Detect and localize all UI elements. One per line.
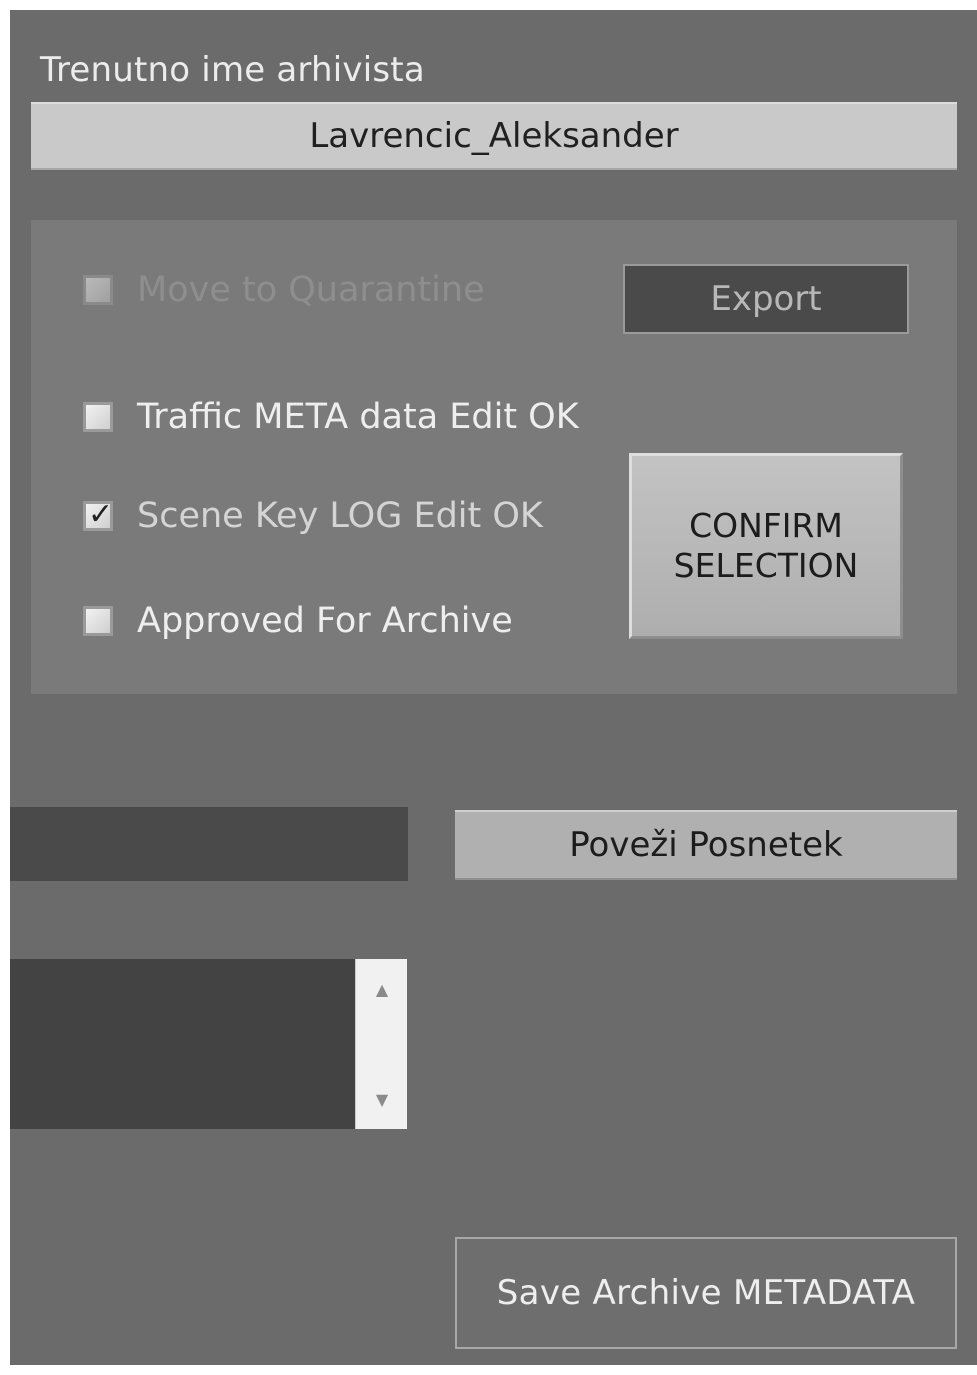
traffic-meta-checkbox-row[interactable]: Traffic META data Edit OK [83,397,579,437]
scene-key-log-checkbox-label: Scene Key LOG Edit OK [137,496,543,536]
approved-for-archive-checkbox-label: Approved For Archive [137,601,513,641]
export-button[interactable]: Export [623,264,909,334]
approval-group-panel: Move to Quarantine Traffic META data Edi… [31,220,957,694]
link-recording-button[interactable]: Poveži Posnetek [455,810,957,880]
approved-for-archive-checkbox[interactable] [83,606,113,636]
quarantine-checkbox-row: Move to Quarantine [83,270,485,310]
quarantine-checkbox [83,275,113,305]
scene-key-log-checkbox-row[interactable]: Scene Key LOG Edit OK [83,496,543,536]
recordings-list-scrollbar[interactable]: ▲ ▼ [355,959,407,1129]
scroll-up-arrow-icon[interactable]: ▲ [356,969,408,1009]
traffic-meta-checkbox[interactable] [83,402,113,432]
recordings-list[interactable] [10,959,355,1129]
scroll-down-arrow-icon[interactable]: ▼ [356,1079,408,1119]
save-archive-metadata-button[interactable]: Save Archive METADATA [455,1237,957,1349]
approved-for-archive-checkbox-row[interactable]: Approved For Archive [83,601,513,641]
archivist-name-label: Trenutno ime arhivista [40,50,425,90]
scene-key-log-checkbox[interactable] [83,497,113,532]
recording-link-input[interactable] [10,807,408,881]
quarantine-checkbox-label: Move to Quarantine [137,270,485,310]
archivist-name-field[interactable]: Lavrencic_Aleksander [31,102,957,170]
traffic-meta-checkbox-label: Traffic META data Edit OK [137,397,579,437]
archive-metadata-panel: Trenutno ime arhivista Lavrencic_Aleksan… [10,10,977,1365]
confirm-selection-button[interactable]: CONFIRM SELECTION [629,453,903,639]
